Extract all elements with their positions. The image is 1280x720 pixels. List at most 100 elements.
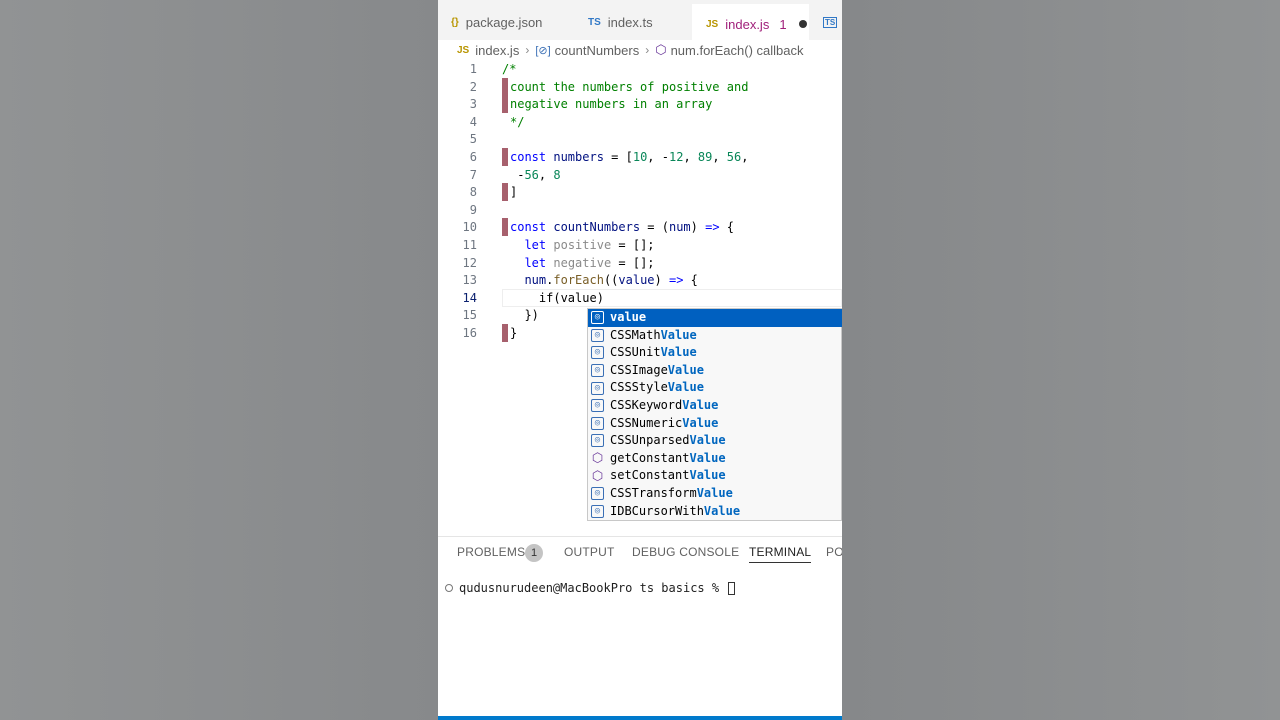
variable-icon: ◎	[591, 364, 604, 378]
variable-icon: ◎	[591, 416, 604, 430]
chevron-right-icon: ›	[645, 43, 650, 57]
editor-window: {} package.json TS index.ts JS index.js …	[438, 0, 842, 720]
suggestion-item[interactable]: ◎ CSSKeyword Value	[588, 397, 842, 415]
method-cube-icon: ⬡	[655, 42, 667, 57]
suggestion-item[interactable]: ◎ CSSUnparsed Value	[588, 432, 842, 450]
variable-icon: ◎	[591, 346, 604, 360]
line-number: 10	[462, 220, 477, 235]
suggestion-item[interactable]: ◎ CSSStyle Value	[588, 379, 842, 397]
typescript-file-icon: TS	[588, 16, 601, 28]
modified-gutter-marker	[502, 77, 508, 113]
problem-count-badge: 1	[779, 16, 787, 32]
line-number: 15	[462, 308, 477, 323]
terminal-cursor	[728, 581, 736, 595]
javascript-file-icon: JS	[706, 18, 719, 30]
panel-tab-problems[interactable]: PROBLEMS	[457, 545, 525, 559]
suggestion-prefix: setConstant	[610, 468, 690, 483]
breadcrumb-symbol[interactable]: countNumbers	[555, 43, 640, 58]
suggestion-item[interactable]: ⬡ getConstant Value	[588, 450, 842, 468]
panel-tab-debug-console[interactable]: DEBUG CONSOLE	[632, 545, 739, 559]
suggestion-item[interactable]: ◎ CSSNumeric Value	[588, 415, 842, 433]
line-number: 5	[469, 132, 477, 147]
suggestion-prefix: IDBCursorWith	[610, 503, 704, 518]
suggestion-item[interactable]: ◎ CSSTransform Value	[588, 485, 842, 503]
code-editor[interactable]: 1 2 3 4 5 6 7 8 9 10 11 12 13 14 15 16 /…	[438, 60, 842, 535]
code-line: */	[510, 114, 525, 129]
tab-bar: {} package.json TS index.ts JS index.js …	[438, 0, 842, 44]
suggestion-item[interactable]: ◎ IDBCursorWith Value	[588, 503, 842, 521]
line-number: 3	[469, 97, 477, 112]
panel-tab-ports[interactable]: PO	[826, 545, 842, 559]
code-line: /*	[502, 62, 517, 76]
method-cube-icon: ⬡	[591, 468, 604, 484]
variable-icon: ◎	[591, 434, 604, 448]
tab-overflow[interactable]: TS	[823, 4, 842, 40]
variable-icon: ◎	[591, 328, 604, 342]
code-line: ]	[510, 185, 518, 200]
terminal-status-circle-icon	[445, 584, 453, 592]
suggestion-match: Value	[703, 503, 741, 518]
line-number: 12	[462, 255, 477, 270]
suggestion-match: Value	[667, 380, 704, 395]
chevron-right-icon: ›	[525, 43, 530, 57]
suggestion-item[interactable]: ◎ CSSUnit Value	[588, 344, 842, 362]
problems-count-badge: 1	[525, 544, 543, 562]
variable-icon: ◎	[591, 399, 604, 413]
code-line: let positive = [];	[524, 238, 655, 252]
suggestion-prefix: getConstant	[610, 450, 690, 465]
suggestion-item[interactable]: ◎ value	[588, 309, 842, 327]
tab-label: index.ts	[607, 14, 653, 30]
panel-tab-output[interactable]: OUTPUT	[564, 545, 615, 559]
suggestion-prefix: CSSImage	[610, 362, 668, 377]
suggestion-match: Value	[682, 398, 719, 412]
suggestion-match: value	[610, 310, 647, 324]
typed-code: if(value)	[538, 290, 604, 305]
line-number: 9	[469, 202, 477, 217]
typescript-file-icon: TS	[823, 16, 838, 28]
terminal-output[interactable]: qudusnurudeen@MacBookPro ts basics %	[445, 580, 736, 596]
modified-gutter-marker	[502, 183, 508, 202]
suggestion-prefix: CSSKeyword	[610, 398, 683, 412]
line-number: 6	[469, 150, 477, 164]
suggestion-match: Value	[689, 450, 726, 465]
tab-index-ts[interactable]: TS index.ts	[588, 4, 653, 40]
line-number: 7	[469, 167, 477, 182]
unsaved-dot-icon[interactable]	[798, 20, 807, 28]
panel-tab-terminal[interactable]: TERMINAL	[749, 545, 812, 563]
suggestion-match: Value	[660, 327, 697, 342]
variable-icon: ◎	[591, 311, 604, 325]
suggestion-match: Value	[682, 415, 719, 430]
suggestion-match: Value	[696, 486, 733, 500]
tab-label: package.json	[465, 14, 543, 30]
breadcrumb-file[interactable]: index.js	[475, 43, 519, 58]
suggestion-item[interactable]: ◎ CSSImage Value	[588, 362, 842, 380]
modified-gutter-marker	[502, 148, 508, 166]
suggestion-match: Value	[689, 433, 726, 448]
line-number: 16	[462, 326, 477, 340]
variable-icon: ◎	[591, 381, 604, 395]
code-line: negative numbers in an array	[510, 97, 713, 112]
tab-package-json[interactable]: {} package.json	[451, 4, 542, 40]
tab-index-js[interactable]: JS index.js 1	[692, 4, 809, 44]
autocomplete-suggestions[interactable]: ◎ value ◎ CSSMath Value ◎ CSSUnit Value ◎ CSSImag…	[587, 308, 842, 521]
suggestion-item[interactable]: ⬡ setConstant Value	[588, 467, 842, 485]
suggestion-prefix: CSSUnparsed	[610, 433, 690, 448]
suggestion-match: Value	[689, 468, 726, 483]
background-right	[842, 0, 1280, 720]
suggestion-item[interactable]: ◎ CSSMath Value	[588, 327, 842, 345]
variable-icon: [⊘]	[535, 44, 551, 57]
variable-icon: ◎	[591, 487, 604, 501]
line-number: 8	[469, 185, 477, 200]
suggestion-prefix: CSSStyle	[610, 380, 668, 395]
line-number: 4	[469, 114, 477, 129]
suggestion-prefix: CSSMath	[610, 327, 661, 342]
variable-icon: ◎	[591, 504, 604, 518]
code-line: -56, 8	[510, 167, 561, 182]
breadcrumb-callback[interactable]: num.forEach() callback	[671, 43, 804, 58]
javascript-file-icon: JS	[457, 44, 470, 56]
breadcrumb: JS index.js › [⊘] countNumbers › ⬡ num.f…	[438, 40, 842, 60]
code-line: }	[510, 326, 518, 340]
line-number: 13	[462, 273, 477, 288]
suggestion-match: Value	[660, 345, 697, 360]
modified-gutter-marker	[502, 218, 508, 237]
